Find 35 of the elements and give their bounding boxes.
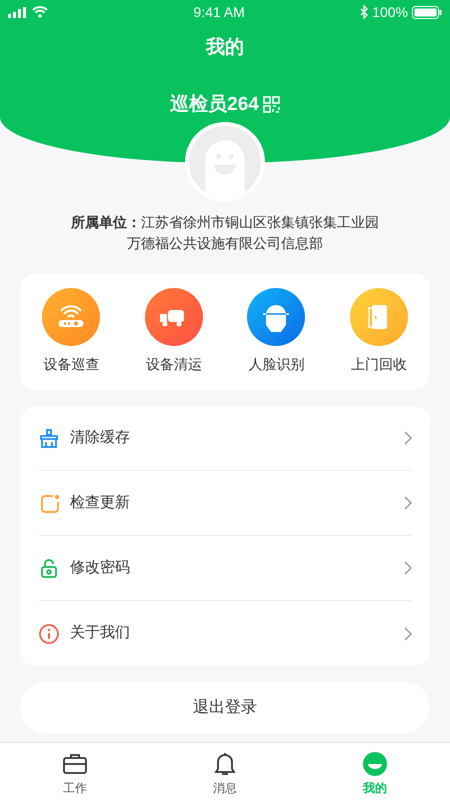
chevron-icon bbox=[404, 496, 412, 510]
status-time: 9:41 AM bbox=[193, 2, 245, 22]
shortcut-button[interactable]: 人脸识别 bbox=[230, 288, 322, 375]
menu-item[interactable]: 检查更新 bbox=[38, 471, 412, 536]
tab[interactable]: 消息 bbox=[150, 743, 300, 800]
logout-button[interactable]: 退出登录 bbox=[20, 682, 430, 733]
face-icon bbox=[362, 751, 388, 777]
shortcut-button[interactable]: 设备清运 bbox=[128, 288, 220, 375]
router-icon bbox=[42, 288, 100, 346]
bluetooth-icon bbox=[360, 5, 368, 19]
briefcase-icon bbox=[62, 751, 88, 777]
menu-item[interactable]: 清除缓存 bbox=[38, 406, 412, 471]
door-icon bbox=[350, 288, 408, 346]
battery-icon bbox=[412, 6, 442, 18]
signal-icon bbox=[8, 6, 28, 18]
user-name: 巡检员264 bbox=[170, 92, 259, 116]
shortcut-button[interactable]: 上门回收 bbox=[332, 288, 425, 375]
chevron-icon bbox=[404, 431, 412, 445]
info-icon bbox=[38, 622, 60, 644]
unit-address: 所属单位：江苏省徐州市铜山区张集镇张集工业园 万德福公共设施有限公司信息部 bbox=[71, 213, 379, 253]
chevron-icon bbox=[404, 561, 412, 575]
battery-percent: 100% bbox=[372, 2, 408, 22]
chevron-icon bbox=[404, 626, 412, 640]
qr-code-icon[interactable] bbox=[262, 96, 280, 114]
menu-item[interactable]: 修改密码 bbox=[38, 536, 412, 601]
helmet-icon bbox=[247, 288, 306, 346]
wifi-icon bbox=[32, 6, 48, 18]
page-title: 我的 bbox=[206, 37, 244, 58]
shortcut-button[interactable]: 设备巡查 bbox=[25, 288, 118, 375]
bell-icon bbox=[212, 751, 238, 777]
truck-icon bbox=[144, 288, 203, 346]
tab[interactable]: 工作 bbox=[0, 743, 150, 800]
menu-item[interactable]: 关于我们 bbox=[38, 601, 412, 666]
lock-icon bbox=[38, 557, 60, 579]
square-dot-icon bbox=[38, 492, 60, 514]
